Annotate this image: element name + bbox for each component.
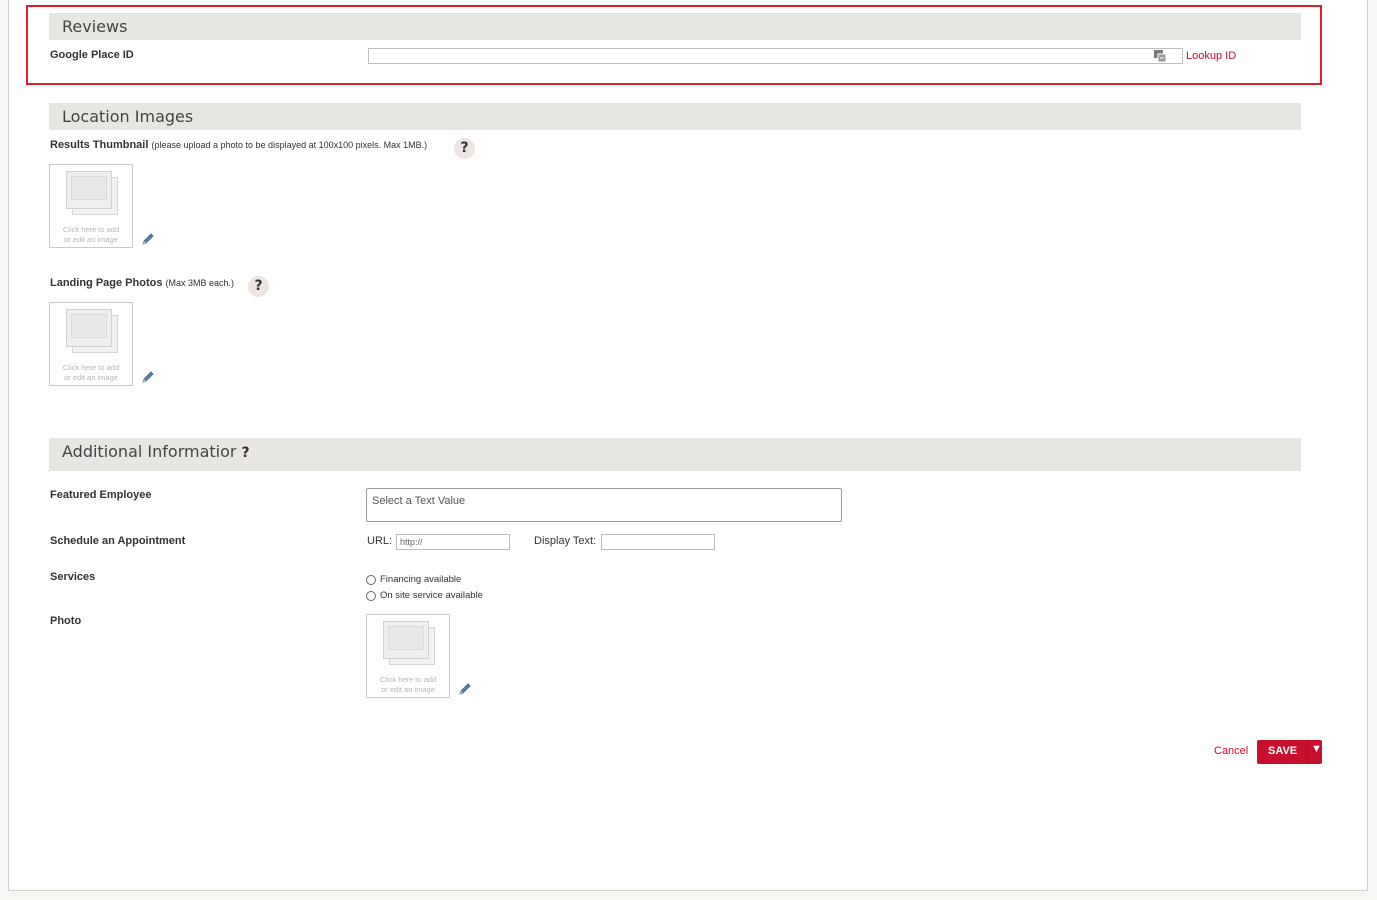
save-dropdown-caret-icon[interactable]: ▼ — [1311, 743, 1322, 755]
image-caption-line1: Click here to add — [379, 675, 437, 684]
service-option-label: On site service available — [380, 590, 483, 601]
additional-information-title: Additional Information — [62, 442, 241, 461]
additional-information-help-icon[interactable]: ? — [235, 443, 256, 464]
radio-button[interactable] — [366, 590, 376, 601]
landing-page-photos-help-icon[interactable]: ? — [248, 276, 269, 297]
google-place-id-label: Google Place ID — [50, 49, 134, 61]
image-caption-line2: or edit an image — [64, 235, 118, 244]
photo-label: Photo — [50, 615, 82, 627]
image-caption-line1: Click here to add — [62, 363, 120, 372]
featured-employee-select[interactable]: Select a Text Value — [366, 488, 842, 522]
image-caption-line1: Click here to add — [62, 225, 120, 234]
url-label: URL: — [367, 535, 393, 547]
lookup-icon[interactable] — [1153, 49, 1167, 63]
results-thumbnail-help-icon[interactable]: ? — [454, 138, 475, 159]
landing-page-photos-image-placeholder[interactable]: Click here to add or edit an image — [49, 302, 133, 386]
image-caption-line2: or edit an image — [64, 373, 118, 382]
reviews-section-header: Reviews — [49, 13, 1301, 40]
service-option-on-site[interactable]: On site service available — [366, 590, 483, 601]
service-option-label: Financing available — [380, 574, 462, 585]
url-input[interactable]: http:// — [396, 534, 510, 550]
image-caption-line2: or edit an image — [381, 685, 435, 694]
save-button-divider — [1307, 740, 1308, 764]
results-thumbnail-note: (please upload a photo to be displayed a… — [151, 140, 428, 150]
reviews-title: Reviews — [62, 17, 128, 36]
radio-button[interactable] — [366, 574, 376, 585]
location-images-section-header: Location Images — [49, 103, 1301, 130]
cancel-link[interactable]: Cancel — [1214, 745, 1248, 757]
results-thumbnail-label: Results Thumbnail (please upload a photo… — [50, 139, 427, 151]
display-text-label: Display Text: — [534, 535, 597, 547]
landing-page-photos-note: (Max 3MB each.) — [165, 278, 235, 288]
edit-thumbnail-pencil-icon[interactable] — [141, 232, 155, 246]
google-place-id-input[interactable] — [368, 48, 1183, 64]
lookup-id-link[interactable]: Lookup ID — [1186, 50, 1236, 62]
schedule-appointment-label: Schedule an Appointment — [50, 535, 186, 547]
save-button-label: SAVE — [1268, 745, 1298, 757]
landing-page-photos-label-text: Landing Page Photos — [50, 277, 163, 289]
featured-employee-label: Featured Employee — [50, 489, 152, 501]
landing-page-photos-label: Landing Page Photos (Max 3MB each.) — [50, 277, 234, 289]
display-text-input[interactable] — [601, 534, 715, 550]
edit-photo-pencil-icon[interactable] — [458, 682, 472, 696]
edit-landing-photos-pencil-icon[interactable] — [141, 370, 155, 384]
photo-image-placeholder[interactable]: Click here to add or edit an image — [366, 614, 450, 698]
services-label: Services — [50, 571, 96, 583]
results-thumbnail-label-text: Results Thumbnail — [50, 139, 149, 151]
location-images-title: Location Images — [62, 107, 194, 126]
save-button[interactable]: SAVE ▼ — [1257, 740, 1322, 764]
service-option-financing[interactable]: Financing available — [366, 574, 461, 585]
results-thumbnail-image-placeholder[interactable]: Click here to add or edit an image — [49, 164, 133, 248]
